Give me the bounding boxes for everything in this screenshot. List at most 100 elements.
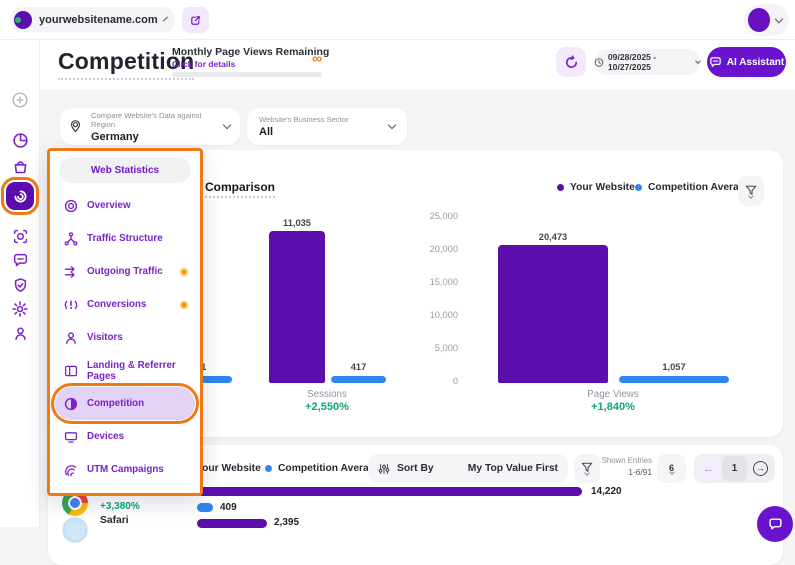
row-value: 409	[220, 502, 237, 513]
menu-item-utm-campaigns[interactable]: UTM Campaigns	[55, 453, 195, 486]
sector-filter[interactable]: Website's Business Sector All	[247, 108, 407, 145]
competition-average-row-bar[interactable]	[197, 503, 213, 512]
current-page[interactable]: 1	[722, 456, 747, 481]
sort-by-label: Sort By	[397, 463, 461, 474]
outgoing-traffic-icon	[64, 265, 78, 279]
gear-icon[interactable]	[8, 297, 32, 321]
region-filter[interactable]: Compare Website's Data against Region Ge…	[60, 108, 240, 145]
chart-filter-button[interactable]	[738, 176, 764, 206]
notification-badge	[179, 300, 189, 310]
avatar	[748, 8, 770, 32]
menu-item-competition[interactable]: Competition	[55, 387, 195, 420]
site-domain: yourwebsitename.com	[39, 14, 158, 26]
chat-icon[interactable]	[8, 248, 32, 272]
account-menu[interactable]	[744, 4, 789, 36]
safari-browser-icon	[62, 517, 88, 543]
y-tick: 10,000	[414, 310, 458, 320]
location-icon	[68, 119, 83, 134]
shield-check-icon[interactable]	[8, 273, 32, 297]
sort-by-value: My Top Value First	[468, 463, 558, 474]
competition-icon	[64, 397, 78, 411]
menu-item-visitors[interactable]: Visitors	[55, 321, 195, 354]
site-selector[interactable]: yourwebsitename.com	[10, 7, 175, 33]
page-size-select[interactable]: 6	[657, 454, 686, 483]
site-logo-icon	[14, 11, 32, 29]
chevron-down-icon	[163, 16, 168, 21]
date-range-value: 09/28/2025 - 10/27/2025	[608, 52, 692, 72]
web-statistics-menu: Web Statistics Overview Traffic Structur…	[47, 148, 203, 496]
your-website-bar[interactable]	[498, 245, 608, 383]
sector-filter-label: Website's Business Sector	[259, 115, 389, 124]
legend-dot	[635, 184, 642, 191]
clock-icon	[594, 57, 604, 68]
category-label: Page Views	[563, 389, 663, 400]
row-value: 2,395	[274, 517, 299, 528]
y-tick: 25,000	[414, 211, 458, 221]
chevron-down-icon	[669, 469, 675, 475]
add-circle-icon[interactable]	[8, 88, 32, 112]
bar-value: 1,057	[619, 362, 729, 372]
shown-entries-label: Shown Entries	[586, 456, 652, 465]
bar-value: 417	[331, 362, 386, 372]
refresh-icon	[564, 55, 579, 70]
swirl-icon	[12, 188, 29, 205]
top-bar: yourwebsitename.com	[0, 0, 795, 40]
pagination: ← 1 →	[694, 454, 775, 483]
overview-icon	[64, 199, 78, 213]
date-range-picker[interactable]: 09/28/2025 - 10/27/2025	[594, 49, 700, 75]
shown-entries: Shown Entries 1-6/91	[586, 456, 652, 477]
open-website-button[interactable]	[182, 7, 209, 33]
next-page-button[interactable]: →	[748, 456, 773, 481]
prev-page-button[interactable]: ←	[696, 456, 721, 481]
user-pin-icon[interactable]	[8, 321, 32, 345]
chart-title: Comparison	[205, 180, 275, 198]
row-value: 14,220	[591, 486, 622, 497]
menu-header: Web Statistics	[59, 157, 191, 183]
table-legend-competition-average: Competition Average	[265, 463, 381, 474]
bag-icon[interactable]	[8, 155, 32, 179]
competition-average-bar[interactable]	[331, 376, 386, 383]
legend-dot	[557, 184, 564, 191]
infinity-icon: ∞	[312, 50, 322, 66]
visitors-icon	[64, 331, 78, 345]
menu-item-overview[interactable]: Overview	[55, 189, 195, 222]
target-scan-icon[interactable]	[8, 224, 32, 248]
legend-dot	[265, 465, 272, 472]
refresh-button[interactable]	[556, 47, 586, 77]
web-statistics-active-icon[interactable]	[6, 182, 34, 210]
landing-referrer-icon	[64, 364, 78, 378]
region-filter-label: Compare Website's Data against Region	[91, 111, 216, 129]
quota-label: Monthly Page Views Remaining	[172, 46, 329, 58]
bar-value: 20,473	[498, 232, 608, 242]
chevron-down-icon	[223, 121, 231, 129]
shown-entries-value: 1-6/91	[586, 467, 652, 477]
menu-item-traffic-structure[interactable]: Traffic Structure	[55, 222, 195, 255]
bar-value: 11,035	[269, 218, 325, 228]
sort-by-control[interactable]: Sort By My Top Value First	[368, 454, 568, 483]
traffic-structure-icon	[64, 232, 78, 246]
quota-details-link[interactable]: Click for details	[172, 59, 235, 69]
row-change: +3,380%	[100, 501, 140, 512]
ai-assistant-button[interactable]: AI Assistant	[707, 47, 786, 77]
y-tick: 20,000	[414, 244, 458, 254]
change-label: +2,550%	[277, 401, 377, 413]
chat-bubble-icon	[768, 517, 783, 532]
menu-item-conversions[interactable]: Conversions	[55, 288, 195, 321]
external-link-icon	[189, 14, 202, 27]
legend-your-website: Your Website	[557, 182, 635, 193]
utm-campaigns-icon	[64, 463, 78, 477]
menu-item-landing-referrer-pages[interactable]: Landing & Referrer Pages	[55, 354, 195, 387]
menu-item-outgoing-traffic[interactable]: Outgoing Traffic	[55, 255, 195, 288]
your-website-row-bar[interactable]	[197, 487, 582, 496]
y-tick: 5,000	[414, 343, 458, 353]
ai-chat-icon	[709, 56, 722, 69]
menu-item-devices[interactable]: Devices	[55, 420, 195, 453]
competition-average-bar[interactable]	[619, 376, 729, 383]
ai-assistant-label: AI Assistant	[727, 57, 784, 68]
pie-chart-icon[interactable]	[8, 128, 32, 152]
conversions-icon	[64, 298, 78, 312]
devices-icon	[64, 430, 78, 444]
your-website-bar[interactable]	[269, 231, 325, 383]
notification-badge	[179, 267, 189, 277]
support-chat-button[interactable]	[757, 506, 793, 542]
